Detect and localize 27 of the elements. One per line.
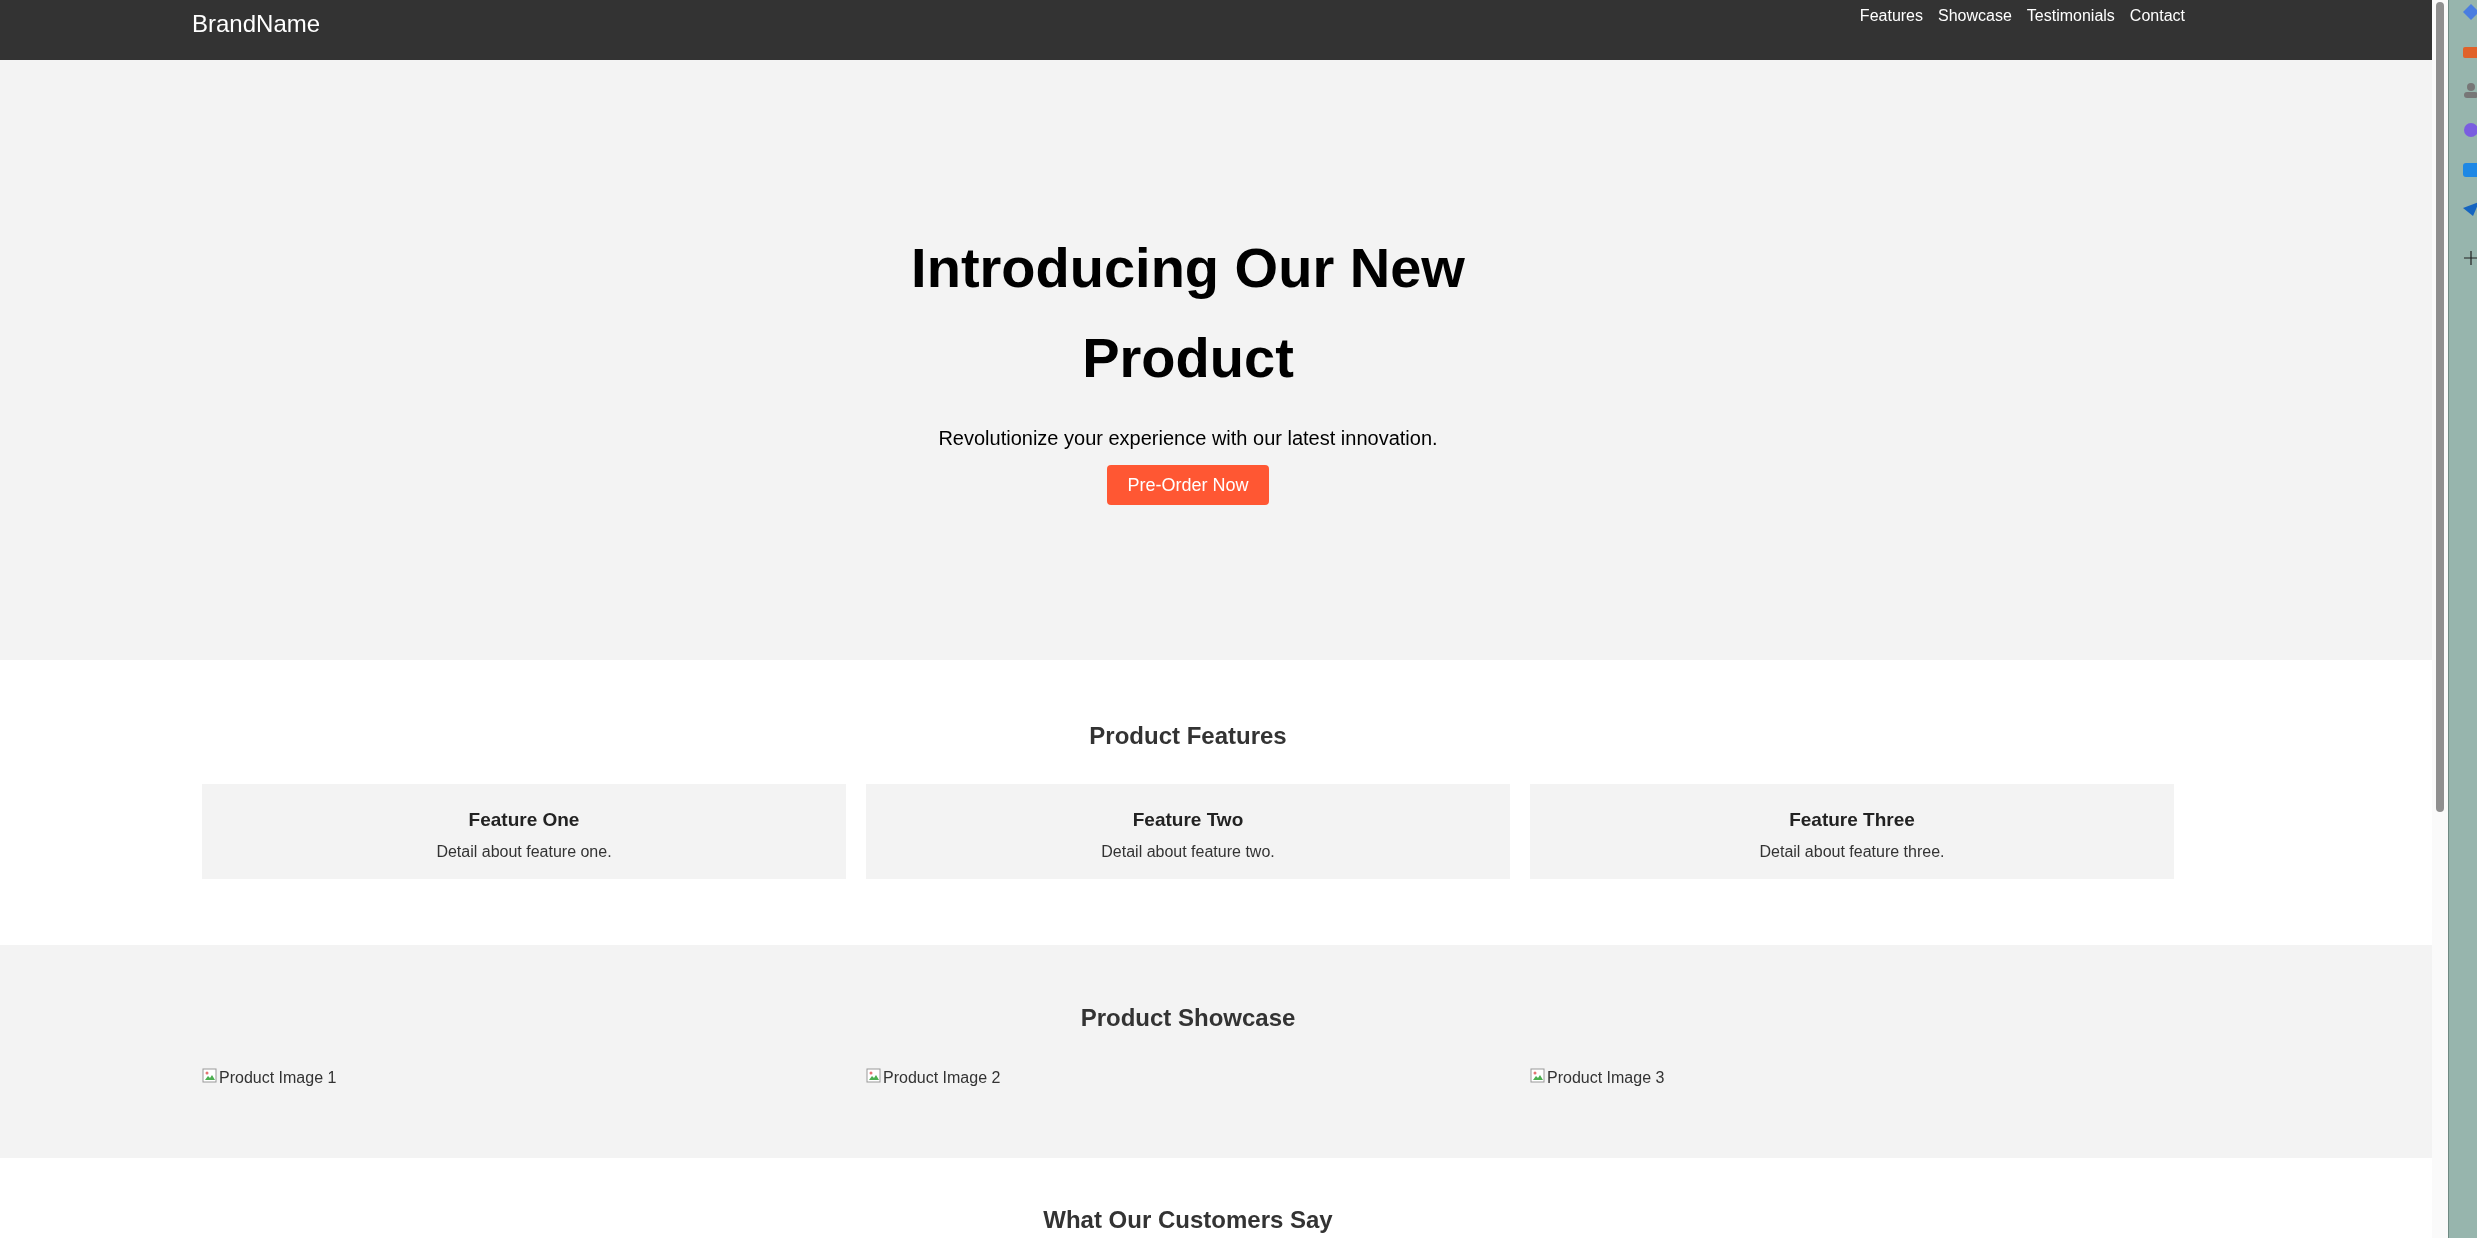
feature-detail: Detail about feature two.: [1101, 841, 1275, 862]
broken-image-icon: [1530, 1068, 1546, 1084]
section-heading: Product Features: [1089, 721, 1287, 751]
hero-subtitle: Revolutionize your experience with our latest innovation.: [938, 426, 1438, 451]
brand-name[interactable]: BrandName: [192, 6, 321, 42]
send-icon[interactable]: [2463, 202, 2477, 216]
nav-link[interactable]: Features: [1859, 4, 1923, 28]
diamond-icon[interactable]: [2463, 4, 2477, 20]
feature-detail: Detail about feature three.: [1759, 841, 1945, 862]
nav-link[interactable]: Showcase: [1938, 4, 2012, 28]
broken-image-icon: [202, 1068, 218, 1084]
feature-detail: Detail about feature one.: [436, 841, 612, 862]
image-alt-text: Product Image 3: [1547, 1068, 1665, 1088]
plus-icon[interactable]: [2463, 250, 2477, 266]
nav-link[interactable]: Testimonials: [2026, 4, 2115, 28]
section-heading: Product Showcase: [1080, 1003, 1296, 1033]
hero-title: Introducing Our New Product: [910, 235, 1466, 391]
nav-link[interactable]: Contact: [2129, 4, 2185, 28]
person-icon[interactable]: [2463, 82, 2477, 98]
image-alt-text: Product Image 2: [883, 1068, 1001, 1088]
feature-title: Feature Three: [1789, 808, 1915, 832]
feature-title: Feature One: [468, 808, 580, 832]
image-alt-text: Product Image 1: [219, 1068, 337, 1088]
broken-image-icon: [866, 1068, 882, 1084]
section-heading: What Our Customers Say: [1043, 1206, 1333, 1234]
briefcase-icon[interactable]: [2463, 44, 2477, 58]
feature-title: Feature Two: [1132, 808, 1244, 832]
